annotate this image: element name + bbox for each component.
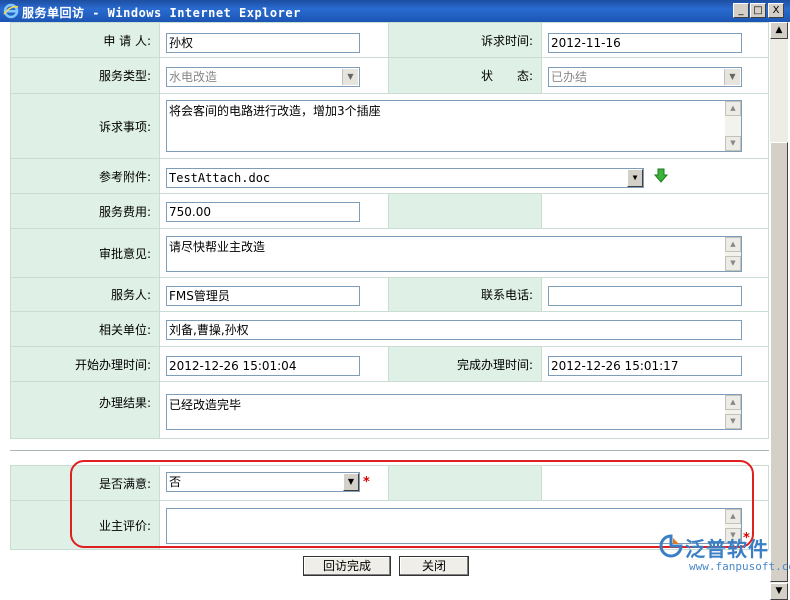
row-times: 开始办理时间: 2012-12-26 15:01:04 完成办理时间: 2012… <box>10 346 769 382</box>
minimize-button[interactable]: _ <box>733 3 749 18</box>
window-title: 服务单回访 - Windows Internet Explorer <box>22 6 301 20</box>
finish-time-label: 完成办理时间: <box>388 346 542 382</box>
scrollbar-thumb[interactable] <box>770 142 788 582</box>
row-related-unit: 相关单位: 刘备,曹操,孙权 <box>10 311 769 347</box>
related-unit-label: 相关单位: <box>10 311 160 347</box>
finish-time-cell: 2012-12-26 15:01:17 <box>541 346 769 382</box>
applicant-input[interactable]: 孙权 <box>166 33 360 53</box>
phone-input[interactable] <box>548 286 742 306</box>
result-text: 已经改造完毕 <box>169 398 242 412</box>
section-divider <box>10 450 769 451</box>
start-time-input[interactable]: 2012-12-26 15:01:04 <box>166 356 360 376</box>
scroll-up-icon[interactable]: ▲ <box>725 237 741 252</box>
result-label: 办理结果: <box>10 381 160 439</box>
start-time-cell: 2012-12-26 15:01:04 <box>159 346 389 382</box>
attachment-select[interactable]: TestAttach.doc ▼ <box>166 168 644 188</box>
scroll-up-icon[interactable]: ▲ <box>725 395 741 410</box>
approval-text: 请尽快帮业主改造 <box>169 240 266 254</box>
request-item-label: 诉求事项: <box>10 93 160 159</box>
service-fee-cell: 750.00 <box>159 193 389 229</box>
scroll-down-icon[interactable]: ▼ <box>725 136 741 151</box>
phone-label: 联系电话: <box>388 277 542 312</box>
approval-label: 审批意见: <box>10 228 160 278</box>
related-unit-input[interactable]: 刘备,曹操,孙权 <box>166 320 742 340</box>
result-textarea[interactable]: 已经改造完毕 ▲ ▼ <box>166 394 742 430</box>
server-input[interactable]: FMS管理员 <box>166 286 360 306</box>
empty-value-cell <box>541 193 769 229</box>
highlight-annotation <box>70 460 754 548</box>
ie-logo-icon <box>3 3 19 19</box>
service-type-cell: 水电改造 ▼ <box>159 57 389 94</box>
row-server: 服务人: FMS管理员 联系电话: <box>10 277 769 312</box>
chevron-down-icon: ▼ <box>342 69 358 85</box>
request-time-label: 诉求时间: <box>388 22 542 58</box>
service-fee-input[interactable]: 750.00 <box>166 202 360 222</box>
row-result: 办理结果: 已经改造完毕 ▲ ▼ <box>10 381 769 439</box>
request-time-cell: 2012-11-16 <box>541 22 769 58</box>
title-bar: 服务单回访 - Windows Internet Explorer _ □ X <box>0 0 790 22</box>
scroll-down-icon[interactable]: ▼ <box>770 583 788 600</box>
close-icon: X <box>772 5 780 16</box>
empty-label-cell <box>388 193 542 229</box>
chevron-down-icon: ▼ <box>627 169 643 187</box>
applicant-cell: 孙权 <box>159 22 389 58</box>
start-time-label: 开始办理时间: <box>10 346 160 382</box>
attachment-cell: TestAttach.doc ▼ <box>159 158 769 194</box>
download-arrow-icon[interactable] <box>654 168 668 184</box>
watermark-brand: 泛普软件 <box>685 537 769 561</box>
status-label: 状 态: <box>388 57 542 94</box>
request-item-text: 将会客间的电路进行改造，增加3个插座 <box>169 104 381 118</box>
scroll-up-icon[interactable]: ▲ <box>770 22 788 39</box>
textarea-scrollbar[interactable]: ▲ ▼ <box>725 101 741 151</box>
service-type-select[interactable]: 水电改造 ▼ <box>166 67 360 87</box>
request-item-textarea[interactable]: 将会客间的电路进行改造，增加3个插座 ▲ ▼ <box>166 100 742 152</box>
attachment-value: TestAttach.doc <box>169 171 271 185</box>
row-request-item: 诉求事项: 将会客间的电路进行改造，增加3个插座 ▲ ▼ <box>10 93 769 159</box>
applicant-label: 申 请 人: <box>10 22 160 58</box>
fanpu-logo-icon <box>659 534 683 558</box>
watermark: 泛普软件 www.fanpusoft.com <box>657 530 790 578</box>
approval-cell: 请尽快帮业主改造 ▲ ▼ <box>159 228 769 278</box>
maximize-icon: □ <box>753 5 763 16</box>
service-fee-label: 服务费用: <box>10 193 160 229</box>
scroll-up-icon[interactable]: ▲ <box>725 101 741 116</box>
row-approval: 审批意见: 请尽快帮业主改造 ▲ ▼ <box>10 228 769 278</box>
watermark-url: www.fanpusoft.com <box>689 560 790 573</box>
row-applicant: 申 请 人: 孙权 诉求时间: 2012-11-16 <box>10 22 769 58</box>
server-label: 服务人: <box>10 277 160 312</box>
maximize-button[interactable]: □ <box>750 3 766 18</box>
request-item-cell: 将会客间的电路进行改造，增加3个插座 ▲ ▼ <box>159 93 769 159</box>
scroll-down-icon[interactable]: ▼ <box>725 256 741 271</box>
complete-visit-button[interactable]: 回访完成 <box>303 556 391 576</box>
finish-time-input[interactable]: 2012-12-26 15:01:17 <box>548 356 742 376</box>
minimize-icon: _ <box>738 5 744 16</box>
window-scrollbar[interactable]: ▲ ▼ <box>770 22 788 600</box>
result-cell: 已经改造完毕 ▲ ▼ <box>159 381 769 439</box>
textarea-scrollbar[interactable]: ▲ ▼ <box>725 237 741 271</box>
status-cell: 已办结 ▼ <box>541 57 769 94</box>
row-service-type: 服务类型: 水电改造 ▼ 状 态: 已办结 ▼ <box>10 57 769 94</box>
status-select[interactable]: 已办结 ▼ <box>548 67 742 87</box>
status-value: 已办结 <box>551 70 588 84</box>
close-button[interactable]: X <box>768 3 784 18</box>
close-dialog-button[interactable]: 关闭 <box>399 556 469 576</box>
attachment-label: 参考附件: <box>10 158 160 194</box>
textarea-scrollbar[interactable]: ▲ ▼ <box>725 395 741 429</box>
row-service-fee: 服务费用: 750.00 <box>10 193 769 229</box>
page-content: 申 请 人: 孙权 诉求时间: 2012-11-16 服务类型: 水电改造 ▼ … <box>2 22 770 600</box>
approval-textarea[interactable]: 请尽快帮业主改造 ▲ ▼ <box>166 236 742 272</box>
phone-cell <box>541 277 769 312</box>
related-unit-cell: 刘备,曹操,孙权 <box>159 311 769 347</box>
service-type-label: 服务类型: <box>10 57 160 94</box>
request-time-input[interactable]: 2012-11-16 <box>548 33 742 53</box>
scroll-down-icon[interactable]: ▼ <box>725 414 741 429</box>
service-type-value: 水电改造 <box>169 70 218 84</box>
server-cell: FMS管理员 <box>159 277 389 312</box>
chevron-down-icon: ▼ <box>724 69 740 85</box>
